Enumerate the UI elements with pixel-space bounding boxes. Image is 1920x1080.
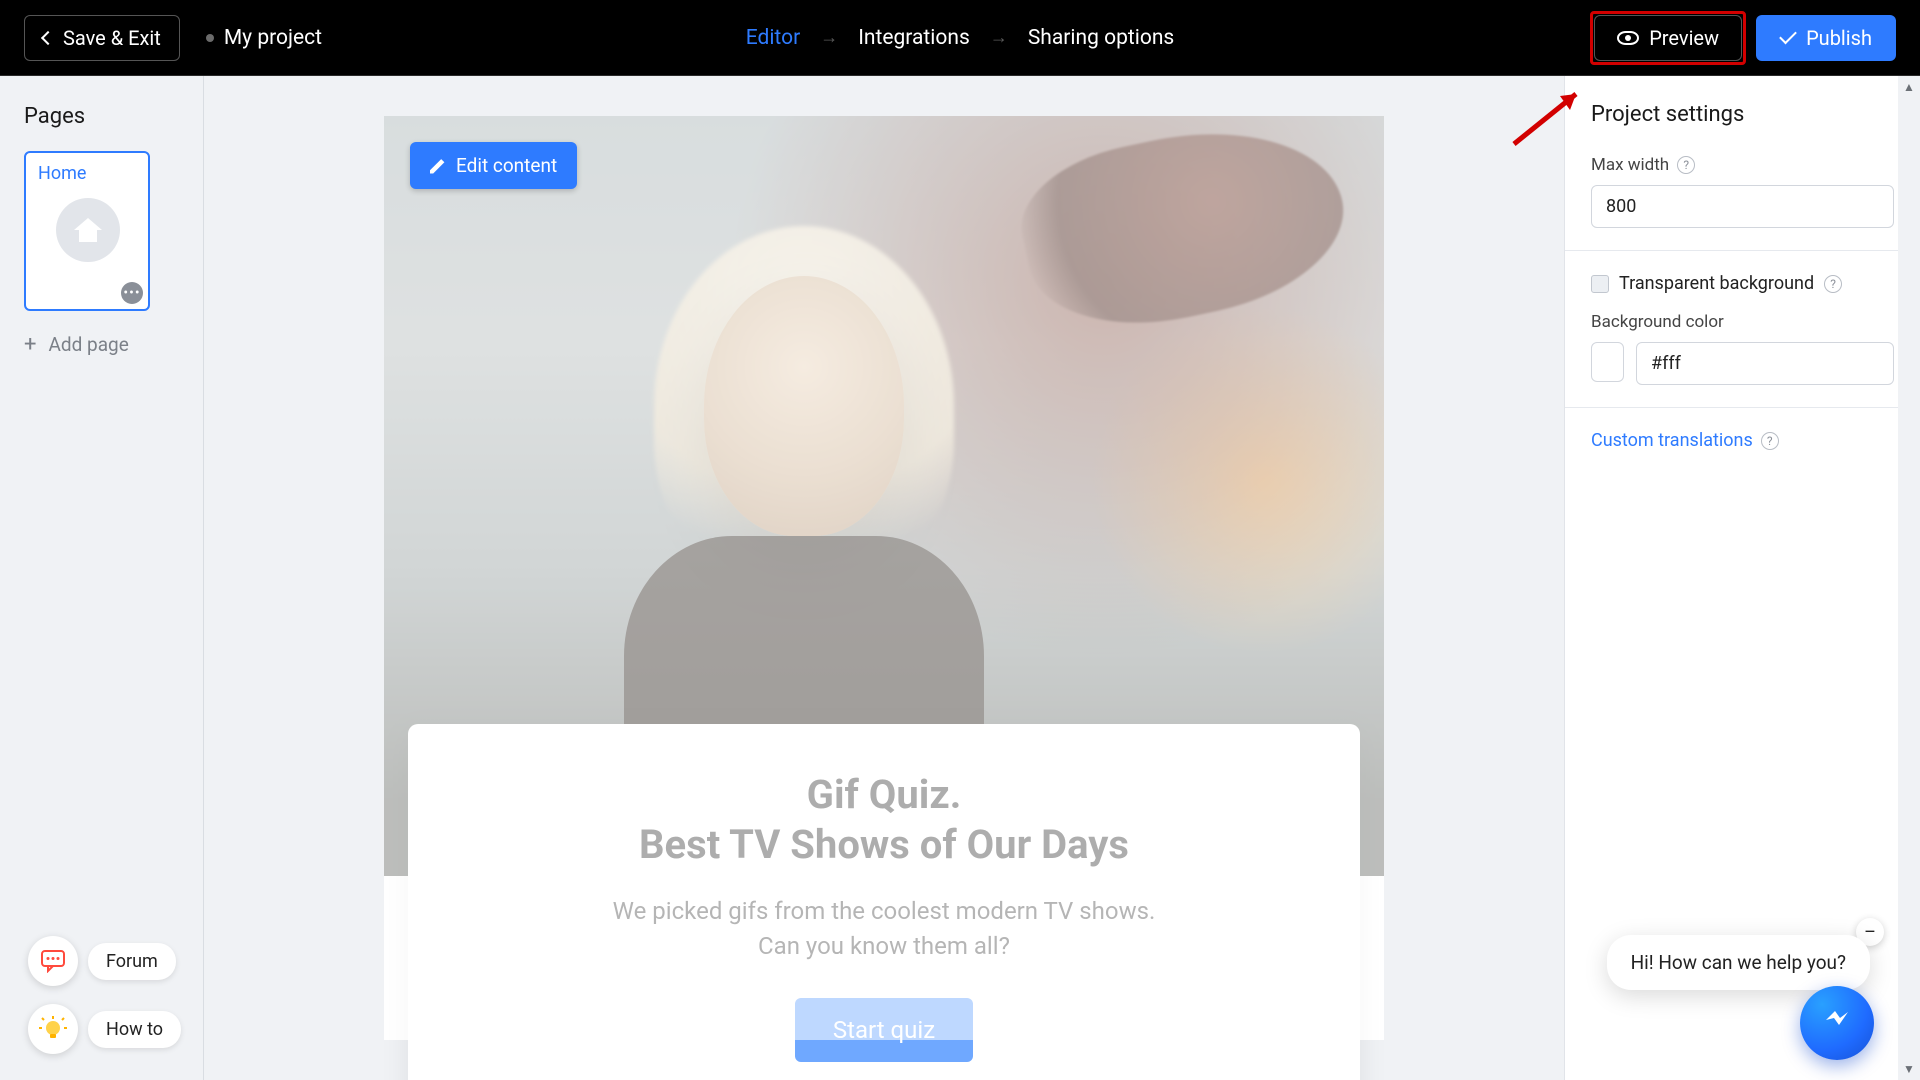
arrow-right-icon: → (820, 27, 838, 48)
scroll-up-icon[interactable]: ▲ (1898, 76, 1920, 98)
quiz-title-line1: Gif Quiz. (807, 771, 962, 818)
transparent-bg-checkbox[interactable] (1591, 275, 1609, 293)
settings-panel: Project settings Max width ? Transparent… (1564, 76, 1920, 1080)
start-quiz-button[interactable]: Start quiz (795, 998, 973, 1062)
page-thumb-label: Home (38, 163, 138, 184)
scroll-down-icon[interactable]: ▼ (1898, 1058, 1920, 1080)
bg-color-row (1591, 342, 1894, 385)
plus-icon: + (24, 334, 36, 356)
tab-editor[interactable]: Editor (746, 26, 800, 50)
add-page-label: Add page (48, 333, 128, 356)
chat-greeting-bubble[interactable]: Hi! How can we help you? (1607, 935, 1870, 990)
save-exit-button[interactable]: Save & Exit (24, 15, 180, 61)
settings-title: Project settings (1591, 102, 1894, 127)
max-width-input[interactable] (1591, 185, 1894, 228)
help-howto[interactable]: How to (28, 1004, 181, 1054)
help-pills: Forum How to (28, 936, 181, 1054)
project-name-label: My project (224, 26, 322, 50)
preview-label: Preview (1649, 26, 1719, 50)
help-icon[interactable]: ? (1824, 275, 1842, 293)
eye-icon (1617, 31, 1639, 45)
home-icon (74, 218, 102, 242)
pencil-icon (430, 158, 446, 174)
quiz-sub-line2: Can you know them all? (758, 932, 1010, 960)
help-howto-label: How to (88, 1011, 181, 1048)
page-thumb-home[interactable]: Home ••• (24, 151, 150, 311)
help-forum-label: Forum (88, 943, 176, 980)
preview-button[interactable]: Preview (1594, 15, 1742, 61)
custom-translations-link[interactable]: Custom translations ? (1591, 430, 1894, 451)
divider (1565, 407, 1920, 408)
tab-integrations[interactable]: Integrations (858, 26, 970, 50)
project-name[interactable]: My project (206, 26, 322, 50)
chevron-left-icon (41, 30, 55, 44)
divider (1565, 250, 1920, 251)
chat-launcher-button[interactable] (1800, 986, 1874, 1060)
quiz-card: Gif Quiz. Best TV Shows of Our Days We p… (408, 724, 1360, 1080)
tab-sharing[interactable]: Sharing options (1028, 26, 1174, 50)
project-canvas[interactable]: Edit content Gif Quiz. Best TV Shows of … (384, 116, 1384, 1040)
edit-content-label: Edit content (456, 154, 557, 177)
edit-content-button[interactable]: Edit content (410, 142, 577, 189)
publish-button[interactable]: Publish (1756, 15, 1896, 61)
bg-color-swatch[interactable] (1591, 342, 1624, 382)
quiz-title: Gif Quiz. Best TV Shows of Our Days (448, 770, 1320, 870)
transparent-bg-row[interactable]: Transparent background ? (1591, 273, 1894, 294)
window-scrollbar[interactable]: ▲ ▼ (1898, 76, 1920, 1080)
page-thumb-more-button[interactable]: ••• (121, 282, 143, 304)
help-icon[interactable]: ? (1761, 432, 1779, 450)
quiz-title-line2: Best TV Shows of Our Days (639, 821, 1129, 868)
add-page-button[interactable]: + Add page (24, 333, 179, 356)
bg-color-label: Background color (1591, 312, 1894, 332)
help-icon[interactable]: ? (1677, 156, 1695, 174)
home-icon-circle (56, 198, 120, 262)
lightbulb-icon (28, 1004, 78, 1054)
main: Pages Home ••• + Add page Forum (0, 76, 1920, 1080)
header-actions: Preview Publish (1594, 15, 1896, 61)
canvas-area[interactable]: Edit content Gif Quiz. Best TV Shows of … (204, 76, 1564, 1080)
header-tabs: Editor → Integrations → Sharing options (746, 26, 1175, 50)
save-exit-label: Save & Exit (63, 26, 161, 50)
unsaved-dot-icon (206, 34, 214, 42)
check-icon (1779, 27, 1797, 45)
max-width-label: Max width ? (1591, 155, 1894, 175)
transparent-bg-label: Transparent background (1619, 273, 1814, 294)
arrow-right-icon: → (990, 27, 1008, 48)
pages-panel: Pages Home ••• + Add page Forum (0, 76, 204, 1080)
app-header: Save & Exit My project Editor → Integrat… (0, 0, 1920, 76)
quiz-subtitle: We picked gifs from the coolest modern T… (448, 894, 1320, 964)
publish-label: Publish (1806, 26, 1872, 50)
messenger-icon (1822, 1008, 1852, 1038)
pages-title: Pages (24, 104, 179, 129)
help-forum[interactable]: Forum (28, 936, 181, 986)
quiz-sub-line1: We picked gifs from the coolest modern T… (613, 897, 1156, 925)
chat-bubble-icon (28, 936, 78, 986)
bg-color-input[interactable] (1636, 342, 1894, 385)
